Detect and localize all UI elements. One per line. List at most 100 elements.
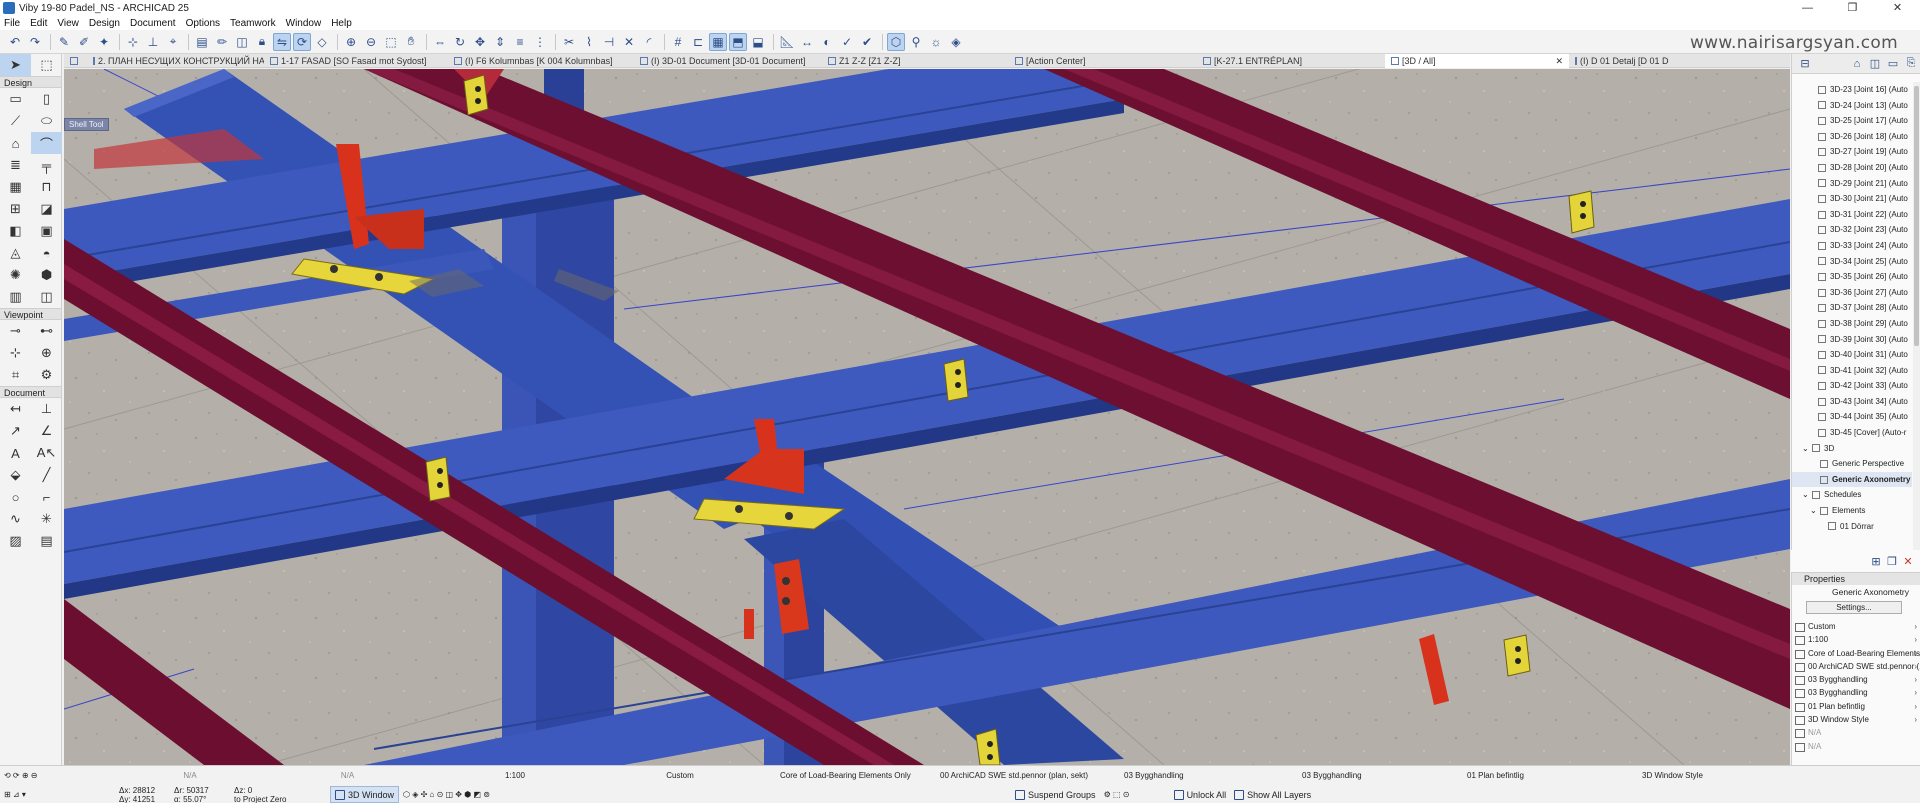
- tab-entreplan[interactable]: [K-27.1 ENTRÉPLAN]: [1197, 54, 1385, 68]
- nav-item[interactable]: 3D-42 [Joint 33] (Auto: [1792, 378, 1912, 394]
- inject-parameters-icon[interactable]: ✐: [75, 33, 93, 51]
- toolbox-section-design[interactable]: Design: [0, 76, 61, 88]
- model-view-icon[interactable]: ◫: [233, 33, 251, 51]
- nav-folder-elements[interactable]: ⌄ Elements: [1792, 503, 1912, 519]
- cursor-snap-icon[interactable]: ⌖: [164, 33, 182, 51]
- mirror-icon[interactable]: ⇔: [431, 33, 449, 51]
- tab-floor-plan[interactable]: 2. ПЛАН НЕСУЩИХ КОНСТРУКЦИЙ НА ОТМ...: [87, 54, 264, 68]
- tab-detail-d01[interactable]: (I) D 01 Detalj [D 01 Detalj]: [1569, 54, 1669, 68]
- render-icon[interactable]: ☼: [927, 33, 945, 51]
- 3d-window-button[interactable]: 3D Window: [330, 786, 400, 803]
- prop-model-view[interactable]: 03 Bygghandling ›: [1792, 686, 1920, 699]
- nav-folder-schedules[interactable]: ⌄ Schedules: [1792, 487, 1912, 503]
- zoom-in-icon[interactable]: ⊕: [342, 33, 360, 51]
- toolbox-section-viewpoint[interactable]: Viewpoint: [0, 308, 61, 320]
- model-view-dropdown[interactable]: 03 Bygghandling: [1094, 771, 1262, 780]
- publisher-icon[interactable]: ⎘: [1902, 56, 1920, 72]
- detail-tool-icon[interactable]: ⌗: [0, 364, 31, 386]
- drag-icon[interactable]: ✥: [471, 33, 489, 51]
- 3d-cube-tool-icon[interactable]: ⬢: [31, 264, 62, 286]
- maximize-button[interactable]: ❐: [1830, 0, 1875, 16]
- elevate-icon[interactable]: ⇕: [491, 33, 509, 51]
- 3d-style-dropdown[interactable]: 3D Window Style: [1592, 771, 1752, 780]
- slab-tool-icon[interactable]: ⬭: [31, 110, 62, 132]
- minimize-button[interactable]: —: [1785, 0, 1830, 16]
- object-tool-icon[interactable]: ◧: [0, 220, 31, 242]
- fill-tool-icon[interactable]: ⬙: [0, 464, 31, 486]
- figure-tool-icon[interactable]: ▨: [0, 530, 31, 552]
- pen-set-dropdown[interactable]: 00 ArchiCAD SWE std.pennor (plan, sekt): [928, 771, 1094, 780]
- marquee-tool-icon[interactable]: ⬚: [31, 54, 62, 76]
- fit-in-window-icon[interactable]: ⬚: [382, 33, 400, 51]
- prop-renovation-filter[interactable]: 01 Plan befintlig ›: [1792, 700, 1920, 713]
- polyline-tool-icon[interactable]: ⌐: [31, 486, 62, 508]
- roof-tool-icon[interactable]: ⌂: [0, 132, 31, 154]
- circle-tool-icon[interactable]: ○: [0, 486, 31, 508]
- interior-elevation-tool-icon[interactable]: ⊹: [0, 342, 31, 364]
- window-tool-icon[interactable]: ⊞: [0, 198, 31, 220]
- layer-icon[interactable]: ▤: [193, 33, 211, 51]
- gravity-icon[interactable]: ⊥: [144, 33, 162, 51]
- zoom-out-icon[interactable]: ⊖: [362, 33, 380, 51]
- nav-item[interactable]: 3D-35 [Joint 26] (Auto: [1792, 269, 1912, 285]
- 3d-cutaway-icon[interactable]: ⬡: [887, 32, 905, 51]
- menu-help[interactable]: Help: [331, 18, 352, 29]
- home-icon[interactable]: ⌂: [1848, 56, 1866, 72]
- tab-elevation[interactable]: 1-17 FASAD [SO Fasad mot Sydost]: [264, 54, 448, 68]
- worksheet-tool-icon[interactable]: ⊕: [31, 342, 62, 364]
- nav-item[interactable]: 3D-39 [Joint 30] (Auto: [1792, 332, 1912, 348]
- nav-item-dorrar[interactable]: 01 Dörrar: [1792, 519, 1912, 535]
- nav-item[interactable]: 3D-44 [Joint 35] (Auto: [1792, 409, 1912, 425]
- tab-detail-kolumnbas[interactable]: (I) F6 Kolumnbas [K 004 Kolumnbas]: [448, 54, 634, 68]
- radial-dimension-tool-icon[interactable]: ↗: [0, 420, 31, 442]
- nav-item[interactable]: 3D-27 [Joint 19] (Auto: [1792, 144, 1912, 160]
- pick-up-parameters-icon[interactable]: ✎: [55, 33, 73, 51]
- 3d-filter-icon[interactable]: ⚲: [907, 33, 925, 51]
- split-icon[interactable]: ⌇: [580, 33, 598, 51]
- unlock-all-button[interactable]: Unlock All: [1170, 789, 1231, 800]
- properties-header[interactable]: Properties: [1792, 573, 1920, 585]
- toolbox-section-document[interactable]: Document: [0, 386, 61, 398]
- nav-item-generic-perspective[interactable]: Generic Perspective: [1792, 456, 1912, 472]
- label-tool-icon[interactable]: A↖: [31, 442, 62, 464]
- measure-icon[interactable]: 📐︎: [778, 33, 796, 51]
- level-dimension-tool-icon[interactable]: ⊥: [31, 398, 62, 420]
- nav-item[interactable]: 3D-33 [Joint 24] (Auto: [1792, 238, 1912, 254]
- nav-item[interactable]: 3D-31 [Joint 22] (Auto: [1792, 207, 1912, 223]
- structure-display-dropdown[interactable]: Core of Load-Bearing Elements Only: [760, 771, 928, 780]
- group-icon[interactable]: ⬓: [749, 33, 767, 51]
- morph-tool-icon[interactable]: ◓: [31, 242, 62, 264]
- nav-item[interactable]: 3D-30 [Joint 21] (Auto: [1792, 191, 1912, 207]
- magic-wand-icon[interactable]: ✦: [95, 33, 113, 51]
- prop-scale[interactable]: 1:100 ›: [1792, 633, 1920, 646]
- chevron-down-icon[interactable]: ⌄: [1802, 441, 1812, 457]
- skylight-tool-icon[interactable]: ◪: [31, 198, 62, 220]
- menu-window[interactable]: Window: [286, 18, 322, 29]
- delete-icon[interactable]: ✕: [1900, 555, 1916, 568]
- navigation-tools[interactable]: ⬡ ◈ ✣ ⌂ ⊙ ◫ ✥ ⬢ ◩ ⊚: [399, 790, 1011, 799]
- menu-teamwork[interactable]: Teamwork: [230, 18, 276, 29]
- highlight-icon[interactable]: ✓: [838, 33, 856, 51]
- nav-item[interactable]: 3D-24 [Joint 13] (Auto: [1792, 98, 1912, 114]
- prop-pen-set[interactable]: 00 ArchiCAD SWE std.pennor (... ›: [1792, 660, 1920, 673]
- curtain-wall-tool-icon[interactable]: ▦: [0, 176, 31, 198]
- scroll-thumb[interactable]: [1914, 86, 1919, 346]
- menu-design[interactable]: Design: [89, 18, 120, 29]
- intersect-icon[interactable]: ✕: [620, 33, 638, 51]
- edit-plane-icon[interactable]: ◇: [313, 33, 331, 51]
- wall-tool-icon[interactable]: ▭: [0, 88, 31, 110]
- wall-end-tool-icon[interactable]: ▥: [0, 286, 31, 308]
- renovation-filter-dropdown[interactable]: 01 Plan befintlig: [1427, 771, 1592, 780]
- nav-folder-3d[interactable]: ⌄ 3D: [1792, 441, 1912, 457]
- nav-item[interactable]: 3D-23 [Joint 16] (Auto: [1792, 82, 1912, 98]
- layer-combination-dropdown[interactable]: Custom: [600, 771, 760, 780]
- lamp-tool-icon[interactable]: ✺: [0, 264, 31, 286]
- section-icon[interactable]: ⊏: [689, 33, 707, 51]
- mesh-tool-icon[interactable]: ◬: [0, 242, 31, 264]
- distribute-icon[interactable]: ⋮: [531, 33, 549, 51]
- 3d-viewport[interactable]: Shell Tool: [64, 69, 1790, 765]
- prop-3d-style[interactable]: 3D Window Style ›: [1792, 713, 1920, 726]
- coordinate-tools[interactable]: ⊞ ⊿ ▾: [0, 790, 115, 799]
- adjust-icon[interactable]: ⊣: [600, 33, 618, 51]
- shell-tool-icon[interactable]: ⌒: [31, 132, 62, 154]
